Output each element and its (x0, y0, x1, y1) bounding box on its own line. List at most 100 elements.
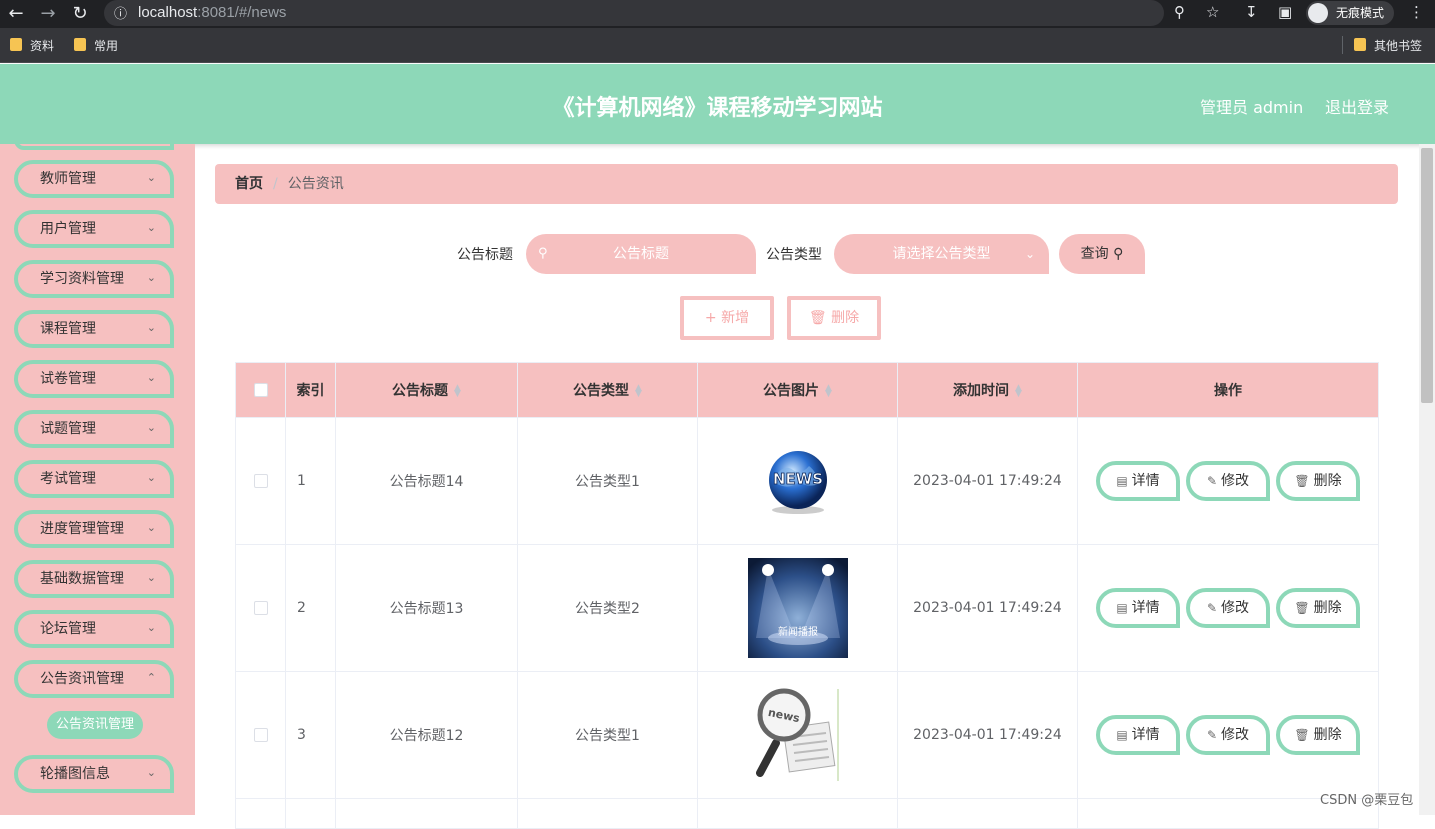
header-image-label: 公告图片 (763, 383, 820, 399)
sidebar-item-carousel[interactable]: 轮播图信息 ⌄ (14, 755, 174, 793)
info-icon[interactable]: ⓘ (114, 3, 127, 22)
sidebar-item-news[interactable]: 公告资讯管理 ⌃ (14, 660, 174, 698)
sort-icon[interactable]: ▲ ▼ (825, 384, 832, 399)
edit-label: 修改 (1221, 727, 1250, 743)
header-type-label: 公告类型 (573, 383, 630, 399)
row-type: 公告类型1 (517, 671, 698, 799)
chevron-down-icon: ⌄ (1024, 247, 1035, 261)
row-checkbox[interactable] (253, 728, 268, 742)
news-magnifier-image[interactable]: news (748, 685, 848, 785)
document-icon: ▤ (1116, 601, 1128, 615)
row-ops: ▤ 详情 ✎ 修改 🗑 删除 (1077, 417, 1379, 545)
row-image-cell: NEWS (697, 417, 898, 545)
detail-label: 详情 (1131, 727, 1160, 743)
delete-button[interactable]: 🗑 删除 (1276, 715, 1360, 755)
type-select[interactable]: 请选择公告类型 ⌄ (834, 234, 1049, 274)
delete-button[interactable]: 🗑 删除 (1276, 461, 1360, 501)
detail-button[interactable]: ▤ 详情 (1096, 715, 1180, 755)
bookmark-divider (1342, 36, 1343, 54)
edit-label: 修改 (1221, 473, 1250, 489)
table-header-row: 索引 公告标题 ▲ ▼ 公告类型 ▲ ▼ 公告图片 ▲ ▼ 添加时间 ▲ ▼ 操作 (235, 362, 1379, 418)
incognito-badge[interactable]: 无痕模式 (1306, 1, 1394, 25)
select-all-cell (235, 362, 286, 418)
sidebar-item-label: 用户管理 (40, 221, 96, 237)
search-icon: ⚲ (538, 246, 548, 261)
header-time[interactable]: 添加时间 ▲ ▼ (897, 362, 1078, 418)
logout-link[interactable]: 退出登录 (1325, 94, 1389, 118)
sidebar-item-user[interactable]: 用户管理 ⌄ (14, 210, 174, 248)
sidepanel-icon[interactable]: ▣ (1278, 3, 1292, 21)
edit-button[interactable]: ✎ 修改 (1186, 588, 1270, 628)
sidebar-subitem-news[interactable]: 公告资讯管理 (47, 711, 143, 739)
star-icon[interactable]: ☆ (1206, 3, 1219, 21)
edit-button[interactable]: ✎ 修改 (1186, 715, 1270, 755)
row-select-cell (235, 671, 286, 799)
back-icon[interactable]: ← (4, 2, 28, 26)
chevron-down-icon: ⌄ (146, 421, 156, 434)
title-filter-label: 公告标题 (457, 247, 513, 263)
row-index: 1 (285, 417, 336, 545)
sidebar-item-label: 试题管理 (40, 421, 96, 437)
row-ops: ▤ 详情 ✎ 修改 🗑 删除 (1077, 544, 1379, 672)
sidebar-item-progress[interactable]: 进度管理管理 ⌄ (14, 510, 174, 548)
sidebar-item-course[interactable]: 课程管理 ⌄ (14, 310, 174, 348)
row-time: 2023-04-01 17:49:24 (897, 417, 1078, 545)
row-index: 3 (285, 671, 336, 799)
edit-label: 修改 (1221, 600, 1250, 616)
chevron-down-icon: ⌄ (146, 571, 156, 584)
chevron-up-icon: ⌃ (146, 671, 156, 684)
download-icon[interactable]: ↧ (1245, 3, 1258, 21)
reload-icon[interactable]: ↻ (68, 2, 92, 26)
edit-button[interactable]: ✎ 修改 (1186, 461, 1270, 501)
title-search-input[interactable]: ⚲ 公告标题 (526, 234, 756, 274)
sort-icon[interactable]: ▲ ▼ (1015, 384, 1022, 399)
header-image[interactable]: 公告图片 ▲ ▼ (697, 362, 898, 418)
row-image-cell: 新闻播报 (697, 544, 898, 672)
breadcrumb-home[interactable]: 首页 (235, 176, 263, 192)
header-type[interactable]: 公告类型 ▲ ▼ (517, 362, 698, 418)
bookmark-folder[interactable]: 资料 (10, 37, 54, 54)
edit-icon: ✎ (1206, 474, 1218, 488)
sidebar-item-materials[interactable]: 学习资料管理 ⌄ (14, 260, 174, 298)
key-icon[interactable]: ⚲ (1174, 3, 1185, 21)
sidebar-item-paper[interactable]: 试卷管理 ⌄ (14, 360, 174, 398)
scrollbar-thumb[interactable] (1421, 148, 1433, 403)
detail-button[interactable]: ▤ 详情 (1096, 588, 1180, 628)
sidebar-item-exam[interactable]: 考试管理 ⌄ (14, 460, 174, 498)
row-time: 2023-04-01 17:49:24 (897, 671, 1078, 799)
row-checkbox[interactable] (253, 601, 268, 615)
header-title[interactable]: 公告标题 ▲ ▼ (335, 362, 518, 418)
other-bookmarks[interactable]: 其他书签 (1354, 37, 1422, 54)
trash-icon: 🗑 (1294, 728, 1310, 742)
delete-button[interactable]: 🗑 删除 (1276, 588, 1360, 628)
browser-tabbar: ← → ↻ ⓘ localhost:8081/#/news ⚲ ☆ ↧ ▣ 无痕… (0, 0, 1435, 28)
menu-icon[interactable]: ⋮ (1409, 3, 1424, 21)
add-button[interactable]: + 新增 (680, 296, 774, 340)
sidebar-item-partial[interactable] (14, 144, 174, 150)
select-all-checkbox[interactable] (253, 383, 268, 397)
sidebar-item-basedata[interactable]: 基础数据管理 ⌄ (14, 560, 174, 598)
sort-icon[interactable]: ▲ ▼ (454, 384, 461, 399)
title-search-placeholder: 公告标题 (613, 246, 669, 262)
trash-icon: 🗑 (1294, 601, 1310, 615)
bookmark-folder[interactable]: 常用 (74, 37, 118, 54)
forward-icon[interactable]: → (36, 2, 60, 26)
batch-delete-button[interactable]: 🗑 删除 (787, 296, 881, 340)
news-broadcast-image[interactable]: 新闻播报 (747, 558, 848, 658)
row-image-cell (697, 798, 898, 829)
sort-icon[interactable]: ▲ ▼ (635, 384, 642, 399)
detail-button[interactable]: ▤ 详情 (1096, 461, 1180, 501)
chevron-down-icon: ⌄ (146, 621, 156, 634)
sidebar-item-label: 论坛管理 (40, 621, 96, 637)
sidebar-item-teacher[interactable]: 教师管理 ⌄ (14, 160, 174, 198)
address-bar[interactable]: ⓘ localhost:8081/#/news (104, 0, 1164, 26)
header-title-label: 公告标题 (392, 383, 449, 399)
sidebar-item-question[interactable]: 试题管理 ⌄ (14, 410, 174, 448)
row-checkbox[interactable] (253, 474, 268, 488)
breadcrumb: 首页 / 公告资讯 (215, 164, 1398, 204)
query-button[interactable]: 查询 ⚲ (1059, 234, 1145, 274)
incognito-icon (1308, 3, 1328, 23)
news-globe-image[interactable]: NEWS (763, 446, 833, 516)
sidebar-item-forum[interactable]: 论坛管理 ⌄ (14, 610, 174, 648)
row-index (285, 798, 336, 829)
